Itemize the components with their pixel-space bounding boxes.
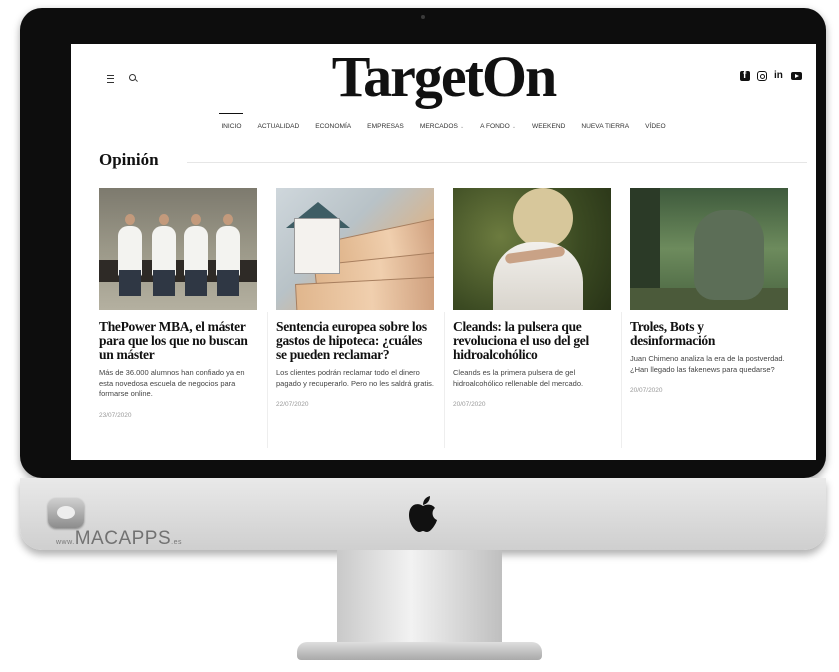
nav-item-label: A FONDO: [480, 123, 510, 130]
nav-item-video[interactable]: VÍDEO: [637, 118, 674, 138]
image-person: [119, 270, 141, 296]
article-title[interactable]: Cleands: la pulsera que revoluciona el u…: [453, 320, 611, 362]
watermark-prefix: www.: [56, 539, 75, 546]
nav-item-inicio[interactable]: INICIO: [213, 113, 249, 138]
site-header: TargetOn in: [71, 44, 816, 114]
article-title[interactable]: ThePower MBA, el máster para que los que…: [99, 320, 257, 362]
article-card[interactable]: Troles, Bots y desinformación Juan Chime…: [630, 188, 788, 394]
article-image[interactable]: [630, 188, 788, 310]
image-person: [191, 214, 201, 225]
instagram-icon[interactable]: [757, 71, 767, 81]
article-excerpt: Los clientes podrán reclamar todo el din…: [276, 368, 435, 388]
site-logo[interactable]: TargetOn: [71, 44, 816, 112]
article-card[interactable]: Cleands: la pulsera que revoluciona el u…: [453, 188, 611, 408]
image-person: [125, 214, 135, 225]
article-image[interactable]: [99, 188, 257, 310]
nav-item-label: ECONOMÍA: [315, 123, 352, 130]
article-date: 20/07/2020: [453, 401, 486, 408]
nav-item-label: VÍDEO: [645, 123, 666, 130]
nav-item-label: ACTUALIDAD: [257, 123, 300, 130]
chevron-down-icon: ⌄: [459, 124, 465, 130]
imac-stand-base: [297, 642, 542, 660]
image-person: [217, 270, 239, 296]
image-person: [185, 270, 207, 296]
section-header: Opinión: [99, 148, 807, 172]
article-excerpt: Juan Chimeno analiza la era de la postve…: [630, 354, 785, 374]
article-card[interactable]: Sentencia europea sobre los gastos de hi…: [276, 188, 434, 408]
section-title: Opinión: [99, 150, 159, 169]
browser-screen: TargetOn in INICIO ACTUALIDAD ECONOMÍA E…: [71, 44, 816, 460]
chevron-down-icon: ⌄: [511, 124, 517, 130]
nav-item-nueva-tierra[interactable]: NUEVA TIERRA: [573, 118, 637, 138]
column-divider: [267, 312, 268, 448]
article-title[interactable]: Troles, Bots y desinformación: [630, 320, 788, 348]
imac-stand-neck: [337, 550, 502, 646]
image-person: [152, 226, 176, 276]
image-person: [159, 214, 169, 225]
imac-chin: www.MACAPPS.es: [20, 478, 826, 550]
nav-item-weekend[interactable]: WEEKEND: [524, 118, 573, 138]
nav-item-label: MERCADOS: [419, 123, 458, 130]
nav-item-label: WEEKEND: [532, 123, 566, 130]
social-links: in: [740, 70, 802, 81]
article-date: 23/07/2020: [99, 411, 132, 419]
article-card[interactable]: ThePower MBA, el máster para que los que…: [99, 188, 257, 419]
nav-item-economia[interactable]: ECONOMÍA: [307, 118, 359, 138]
watermark-suffix: .es: [171, 539, 182, 546]
nav-item-empresas[interactable]: EMPRESAS: [359, 118, 412, 138]
facebook-icon[interactable]: [740, 70, 750, 81]
article-title[interactable]: Sentencia europea sobre los gastos de hi…: [276, 320, 434, 362]
apple-logo-icon: [409, 496, 437, 532]
image-troll: [694, 210, 764, 300]
article-image[interactable]: [276, 188, 434, 310]
nav-item-a-fondo[interactable]: A FONDO ⌄: [472, 118, 524, 138]
image-person: [184, 226, 208, 276]
nav-item-label: NUEVA TIERRA: [581, 123, 630, 130]
article-date: 20/07/2020: [630, 387, 663, 394]
article-excerpt: Cleands es la primera pulsera de gel hid…: [453, 368, 584, 388]
camera-icon: [421, 15, 425, 19]
nav-item-label: EMPRESAS: [367, 123, 404, 130]
column-divider: [621, 312, 622, 448]
image-person: [153, 270, 175, 296]
macapps-badge-icon: [48, 498, 84, 528]
image-person: [216, 226, 240, 276]
imac-display: TargetOn in INICIO ACTUALIDAD ECONOMÍA E…: [20, 8, 826, 478]
image-hair: [513, 188, 573, 248]
nav-item-actualidad[interactable]: ACTUALIDAD: [249, 118, 307, 138]
main-nav: INICIO ACTUALIDAD ECONOMÍA EMPRESAS MERC…: [71, 113, 816, 138]
youtube-icon[interactable]: [791, 72, 802, 80]
macapps-watermark: www.MACAPPS.es: [48, 498, 208, 549]
watermark-brand: MACAPPS: [74, 528, 172, 549]
column-divider: [444, 312, 445, 448]
section-divider: [187, 162, 807, 163]
article-excerpt: Más de 36.000 alumnos han confiado ya en…: [99, 368, 245, 398]
article-date: 22/07/2020: [276, 401, 309, 408]
image-house: [294, 218, 340, 274]
image-person: [118, 226, 142, 276]
nav-item-label: INICIO: [221, 123, 242, 130]
image-person: [223, 214, 233, 225]
watermark-text: www.MACAPPS.es: [56, 528, 182, 550]
linkedin-icon[interactable]: in: [774, 71, 784, 81]
nav-item-mercados[interactable]: MERCADOS ⌄: [412, 118, 472, 138]
article-image[interactable]: [453, 188, 611, 310]
